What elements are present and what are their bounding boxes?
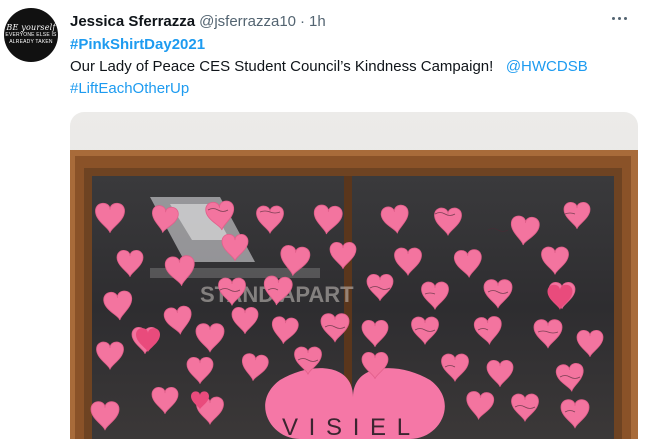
more-horizontal-icon[interactable] xyxy=(607,8,631,28)
author-handle[interactable]: @jsferrazza10 xyxy=(199,13,296,30)
photo-scene: STAND APART V I S I E L xyxy=(70,150,638,439)
tweet-time[interactable]: 1h xyxy=(309,13,326,30)
hashtag-pinkshirtday[interactable]: #PinkShirtDay2021 xyxy=(70,36,205,53)
tweet[interactable]: BE yourself EVERYONE ELSE IS ALREADY TAK… xyxy=(0,0,649,439)
tweet-body-text: Our Lady of Peace CES Student Council’s … xyxy=(70,58,494,75)
mention-hwcdsb[interactable]: @HWCDSB xyxy=(506,58,588,75)
tweet-text: #PinkShirtDay2021 Our Lady of Peace CES … xyxy=(70,34,639,100)
avatar-text-line2: EVERYONE ELSE IS xyxy=(5,32,57,38)
author-name[interactable]: Jessica Sferrazza xyxy=(70,13,195,30)
tweet-header: Jessica Sferrazza @jsferrazza10 · 1h xyxy=(70,10,649,32)
avatar[interactable]: BE yourself EVERYONE ELSE IS ALREADY TAK… xyxy=(4,8,58,62)
avatar-text-line1: BE yourself xyxy=(6,23,56,32)
big-heart-text: V I S I E L xyxy=(282,414,412,439)
tweet-photo[interactable]: STAND APART V I S I E L xyxy=(70,112,638,439)
hashtag-lifteachotherup[interactable]: #LiftEachOtherUp xyxy=(70,80,189,97)
separator-dot: · xyxy=(300,12,306,30)
avatar-text-line3: ALREADY TAKEN xyxy=(9,39,53,45)
